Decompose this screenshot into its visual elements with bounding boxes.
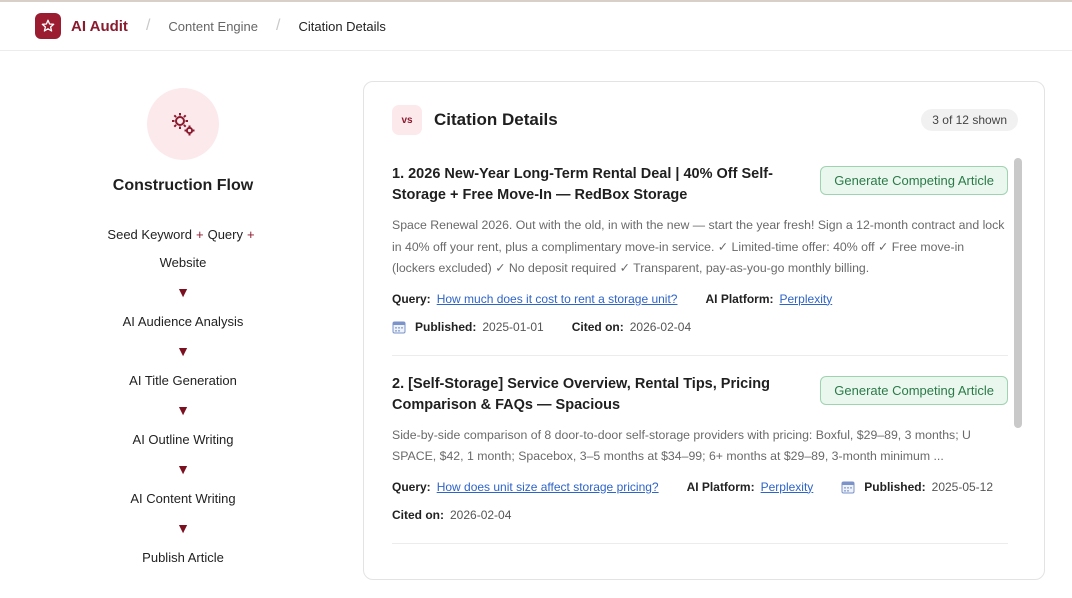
shown-count-badge: 3 of 12 shown: [921, 109, 1018, 131]
ai-platform-link[interactable]: Perplexity: [780, 289, 833, 309]
published-label: Published:: [864, 479, 926, 494]
citation-title: 1. 2026 New-Year Long-Term Rental Deal |…: [392, 166, 773, 203]
citation-description: Space Renewal 2026. Out with the old, in…: [392, 218, 1005, 275]
panel-header: vs Citation Details 3 of 12 shown: [392, 105, 1018, 135]
flow-step-publish-article: Publish Article: [142, 550, 224, 565]
plus-sign: +: [195, 227, 204, 242]
citation-list: 1. 2026 New-Year Long-Term Rental Deal |…: [392, 158, 1008, 544]
citation-title: 2. [Self-Storage] Service Overview, Rent…: [392, 375, 770, 413]
flow-title: Construction Flow: [112, 177, 254, 194]
flow-step-title-generation: AI Title Generation: [129, 373, 237, 388]
breadcrumb-separator: /: [276, 17, 281, 34]
query-label: Query:: [392, 479, 431, 494]
plus-sign: +: [246, 227, 255, 242]
cited-on-date: 2026-02-04: [629, 319, 692, 334]
citation-dates: Published: 2025-01-01 Cited on: 2026-02-…: [392, 317, 1008, 337]
brand-name[interactable]: AI Audit: [71, 18, 128, 35]
flow-step-outline-writing: AI Outline Writing: [132, 432, 234, 447]
breadcrumb-citation-details: Citation Details: [298, 18, 386, 34]
flow-arrow-icon: ▼: [176, 343, 190, 359]
top-header: AI Audit / Content Engine / Citation Det…: [0, 2, 1072, 51]
cited-on-label: Cited on:: [571, 319, 624, 334]
query-link[interactable]: How much does it cost to rent a storage …: [437, 289, 678, 309]
flow-input-seed-keyword: Seed Keyword: [107, 227, 192, 242]
flow-step-audience-analysis: AI Audience Analysis: [122, 314, 244, 329]
citation-dates: Cited on: 2026-02-04: [392, 505, 1008, 525]
generate-competing-article-button[interactable]: Generate Competing Article: [820, 166, 1008, 195]
brand-logo[interactable]: [35, 13, 61, 39]
scrollbar-thumb[interactable]: [1014, 158, 1022, 428]
flow-step-content-writing: AI Content Writing: [130, 491, 236, 506]
flow-inputs: Seed Keyword + Query + Website: [83, 221, 283, 277]
citation-description: Side-by-side comparison of 8 door-to-doo…: [392, 427, 971, 464]
calendar-icon: [841, 481, 855, 493]
generate-competing-article-button[interactable]: Generate Competing Article: [820, 375, 1008, 405]
published-label: Published:: [415, 319, 477, 334]
ai-platform-link[interactable]: Perplexity: [761, 477, 814, 497]
citation-item: 2. [Self-Storage] Service Overview, Rent…: [392, 356, 1008, 544]
breadcrumb-separator: /: [145, 17, 151, 34]
citation-details-panel: vs Citation Details 3 of 12 shown 1. 202…: [363, 81, 1045, 580]
published-date: 2025-05-12: [931, 479, 994, 494]
construction-flow: Construction Flow Seed Keyword + Query + We…: [83, 88, 283, 572]
star-icon: [41, 19, 55, 32]
ai-platform-label: AI Platform:: [705, 291, 774, 306]
gears-icon: [172, 113, 195, 136]
cited-on-label: Cited on:: [392, 507, 444, 522]
flow-input-website: Website: [159, 255, 207, 270]
vs-badge: vs: [392, 105, 422, 135]
citation-item: 1. 2026 New-Year Long-Term Rental Deal |…: [392, 158, 1008, 356]
cited-on-date: 2026-02-04: [450, 507, 512, 522]
flow-arrow-icon: ▼: [176, 461, 190, 477]
flow-input-query: Query: [207, 227, 243, 242]
flow-icon-circle: [147, 88, 219, 160]
breadcrumb-content-engine[interactable]: Content Engine: [168, 19, 258, 34]
query-label: Query:: [392, 291, 431, 306]
flow-arrow-icon: ▼: [176, 402, 190, 418]
flow-arrow-icon: ▼: [176, 284, 190, 300]
query-link[interactable]: How does unit size affect storage pricin…: [437, 477, 659, 497]
calendar-icon: [392, 321, 406, 333]
citation-meta: Query: How does unit size affect storage…: [392, 477, 1008, 497]
citation-meta: Query: How much does it cost to rent a s…: [392, 289, 1008, 309]
published-date: 2025-01-01: [482, 319, 544, 334]
panel-title: Citation Details: [434, 110, 558, 129]
ai-platform-label: AI Platform:: [686, 479, 755, 494]
flow-arrow-icon: ▼: [176, 520, 190, 536]
